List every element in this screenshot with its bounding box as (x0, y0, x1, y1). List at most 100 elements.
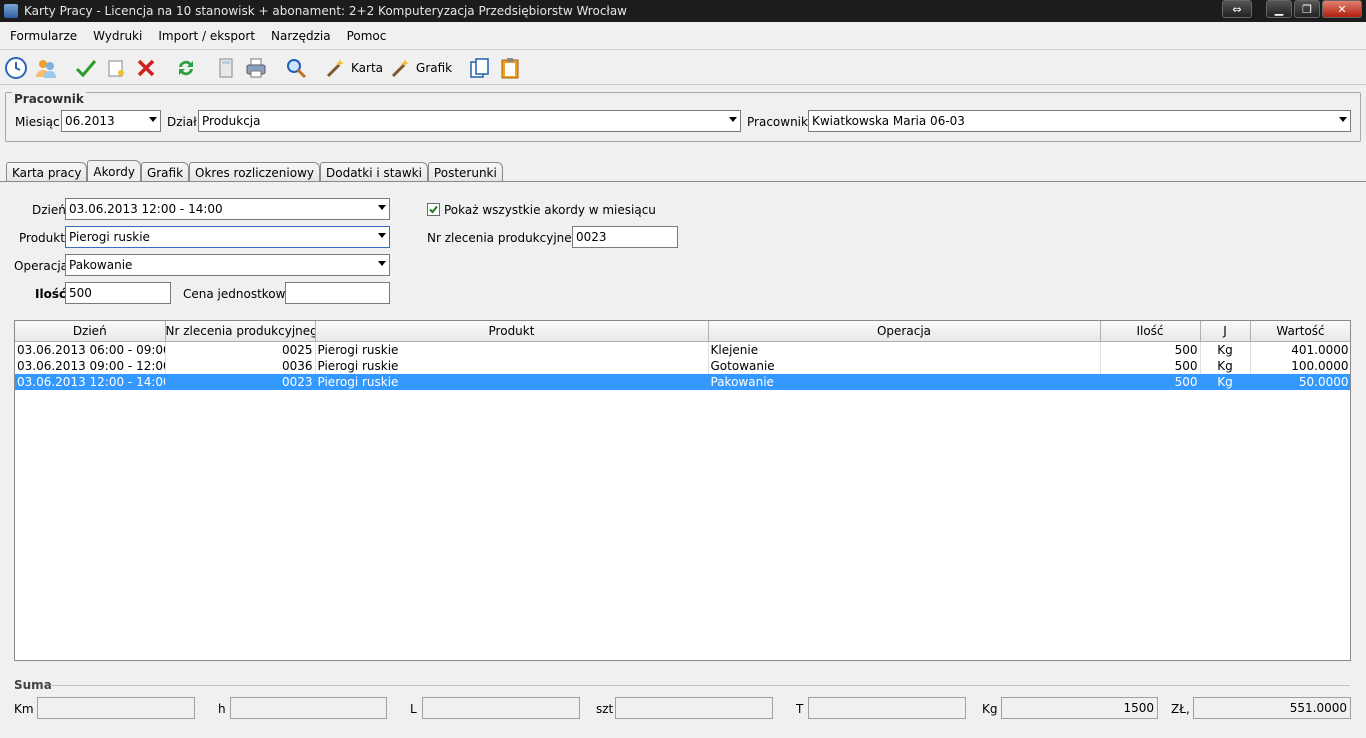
menu-wydruki[interactable]: Wydruki (85, 29, 150, 43)
table-row[interactable]: 03.06.2013 06:00 - 09:00 0025 Pierogi ru… (15, 341, 1350, 358)
show-all-checkbox[interactable] (427, 203, 440, 216)
calculator-icon (219, 58, 233, 77)
confirm-button[interactable] (74, 54, 98, 82)
window-controls: ⇔ ▁ ❐ ✕ (1222, 0, 1362, 18)
cell-day: 03.06.2013 06:00 - 09:00 (15, 341, 166, 358)
month-select[interactable]: 06.2013 (61, 110, 161, 132)
product-label: Produkt (19, 231, 65, 245)
chevron-down-icon (149, 117, 157, 122)
menu-import-eksport[interactable]: Import / eksport (150, 29, 263, 43)
operation-select[interactable]: Pakowanie (65, 254, 390, 276)
tab-dodatki-i-stawki[interactable]: Dodatki i stawki (320, 162, 428, 182)
menu-formularze[interactable]: Formularze (2, 29, 85, 43)
sum-kg-label: Kg (982, 702, 998, 716)
sum-t-field (808, 697, 966, 719)
new-document-button[interactable] (104, 54, 128, 82)
delete-button[interactable] (134, 54, 158, 82)
print-button[interactable] (244, 54, 268, 82)
cell-product: Pierogi ruskie (315, 357, 709, 374)
cell-unit: Kg (1200, 357, 1251, 374)
users-button[interactable] (34, 54, 58, 82)
product-select[interactable]: Pierogi ruskie (65, 226, 390, 248)
menu-bar: Formularze Wydruki Import / eksport Narz… (0, 22, 1366, 50)
employee-group: Pracownik Miesiąc 06.2013 Dział Produkcj… (5, 92, 1361, 142)
tab-grafik[interactable]: Grafik (140, 162, 190, 182)
column-header-day[interactable]: Dzień (15, 321, 166, 342)
chevron-down-icon (378, 205, 386, 210)
menu-narzedzia[interactable]: Narzędzia (263, 29, 339, 43)
tab-akordy[interactable]: Akordy (87, 160, 141, 182)
magic-wand-icon (326, 58, 344, 77)
day-label: Dzień (32, 203, 66, 217)
month-label: Miesiąc (15, 115, 60, 129)
chevron-down-icon (378, 261, 386, 266)
unit-price-input[interactable] (285, 282, 390, 304)
column-header-value[interactable]: Wartość (1250, 321, 1350, 342)
cell-order-no: 0025 (165, 341, 316, 358)
maximize-button[interactable]: ❐ (1294, 0, 1320, 18)
search-icon (287, 58, 307, 78)
show-all-label: Pokaż wszystkie akordy w miesiącu (444, 203, 656, 217)
cell-order-no: 0036 (165, 357, 316, 374)
karta-wizard-button[interactable]: Karta (324, 54, 383, 82)
cell-qty: 500 (1100, 341, 1201, 358)
grafik-label: Grafik (416, 60, 453, 75)
delete-icon (137, 59, 155, 76)
tab-okres-rozliczeniowy[interactable]: Okres rozliczeniowy (189, 162, 320, 182)
qty-label: Ilość (35, 287, 67, 301)
unit-price-label: Cena jednostkowa (183, 287, 293, 301)
tab-karta-pracy[interactable]: Karta pracy (6, 162, 88, 182)
karta-label: Karta (351, 60, 384, 75)
table-row-selected[interactable]: 03.06.2013 12:00 - 14:00 0023 Pierogi ru… (15, 373, 1350, 390)
order-no-label: Nr zlecenia produkcyjnego (427, 231, 587, 245)
copy-button[interactable] (468, 54, 492, 82)
cell-product: Pierogi ruskie (315, 373, 709, 390)
cell-unit: Kg (1200, 341, 1251, 358)
printer-icon (246, 58, 266, 77)
table-row[interactable]: 03.06.2013 09:00 - 12:00 0036 Pierogi ru… (15, 357, 1350, 374)
grafik-wizard-button[interactable]: Grafik (389, 54, 452, 82)
checkmark-icon (75, 59, 97, 77)
users-icon (36, 59, 56, 78)
menu-pomoc[interactable]: Pomoc (339, 29, 395, 43)
month-value: 06.2013 (65, 114, 115, 128)
fullscreen-toggle-icon[interactable]: ⇔ (1222, 0, 1252, 18)
column-header-qty[interactable]: Ilość (1100, 321, 1201, 342)
search-button[interactable] (284, 54, 308, 82)
minimize-button[interactable]: ▁ (1266, 0, 1292, 18)
cell-product: Pierogi ruskie (315, 341, 709, 358)
copy-icon (470, 57, 489, 78)
sum-szt-label: szt (596, 702, 614, 716)
summary-divider (50, 685, 1350, 686)
cell-qty: 500 (1100, 373, 1201, 390)
refresh-button[interactable] (174, 54, 198, 82)
sum-t-label: T (796, 702, 804, 716)
cell-operation: Gotowanie (708, 357, 1101, 374)
column-header-order-no[interactable]: Nr zlecenia produkcyjnego (165, 321, 316, 342)
day-select[interactable]: 03.06.2013 12:00 - 14:00 (65, 198, 390, 220)
qty-input[interactable]: 500 (65, 282, 171, 304)
cell-day: 03.06.2013 12:00 - 14:00 (15, 373, 166, 390)
column-header-unit[interactable]: J (1200, 321, 1251, 342)
checkmark-icon (429, 205, 438, 214)
employee-select[interactable]: Kwiatkowska Maria 06-03 (808, 110, 1351, 132)
calculator-button[interactable] (214, 54, 238, 82)
window-title: Karty Pracy - Licencja na 10 stanowisk +… (24, 4, 627, 18)
clock-button[interactable] (4, 54, 28, 82)
column-header-product[interactable]: Produkt (315, 321, 709, 342)
chevron-down-icon (378, 233, 386, 238)
refresh-icon (179, 60, 193, 75)
close-button[interactable]: ✕ (1322, 0, 1362, 18)
order-no-input[interactable]: 0023 (572, 226, 678, 248)
cell-value: 50.0000 (1250, 373, 1350, 390)
clipboard-icon (501, 57, 519, 78)
column-header-operation[interactable]: Operacja (708, 321, 1101, 342)
cell-operation: Pakowanie (708, 373, 1101, 390)
employee-value: Kwiatkowska Maria 06-03 (812, 114, 965, 128)
dept-select[interactable]: Produkcja (198, 110, 741, 132)
product-value: Pierogi ruskie (69, 230, 150, 244)
paste-button[interactable] (498, 54, 522, 82)
sum-l-field (422, 697, 580, 719)
tab-posterunki[interactable]: Posterunki (427, 162, 503, 182)
employee-label: Pracownik (747, 115, 808, 129)
